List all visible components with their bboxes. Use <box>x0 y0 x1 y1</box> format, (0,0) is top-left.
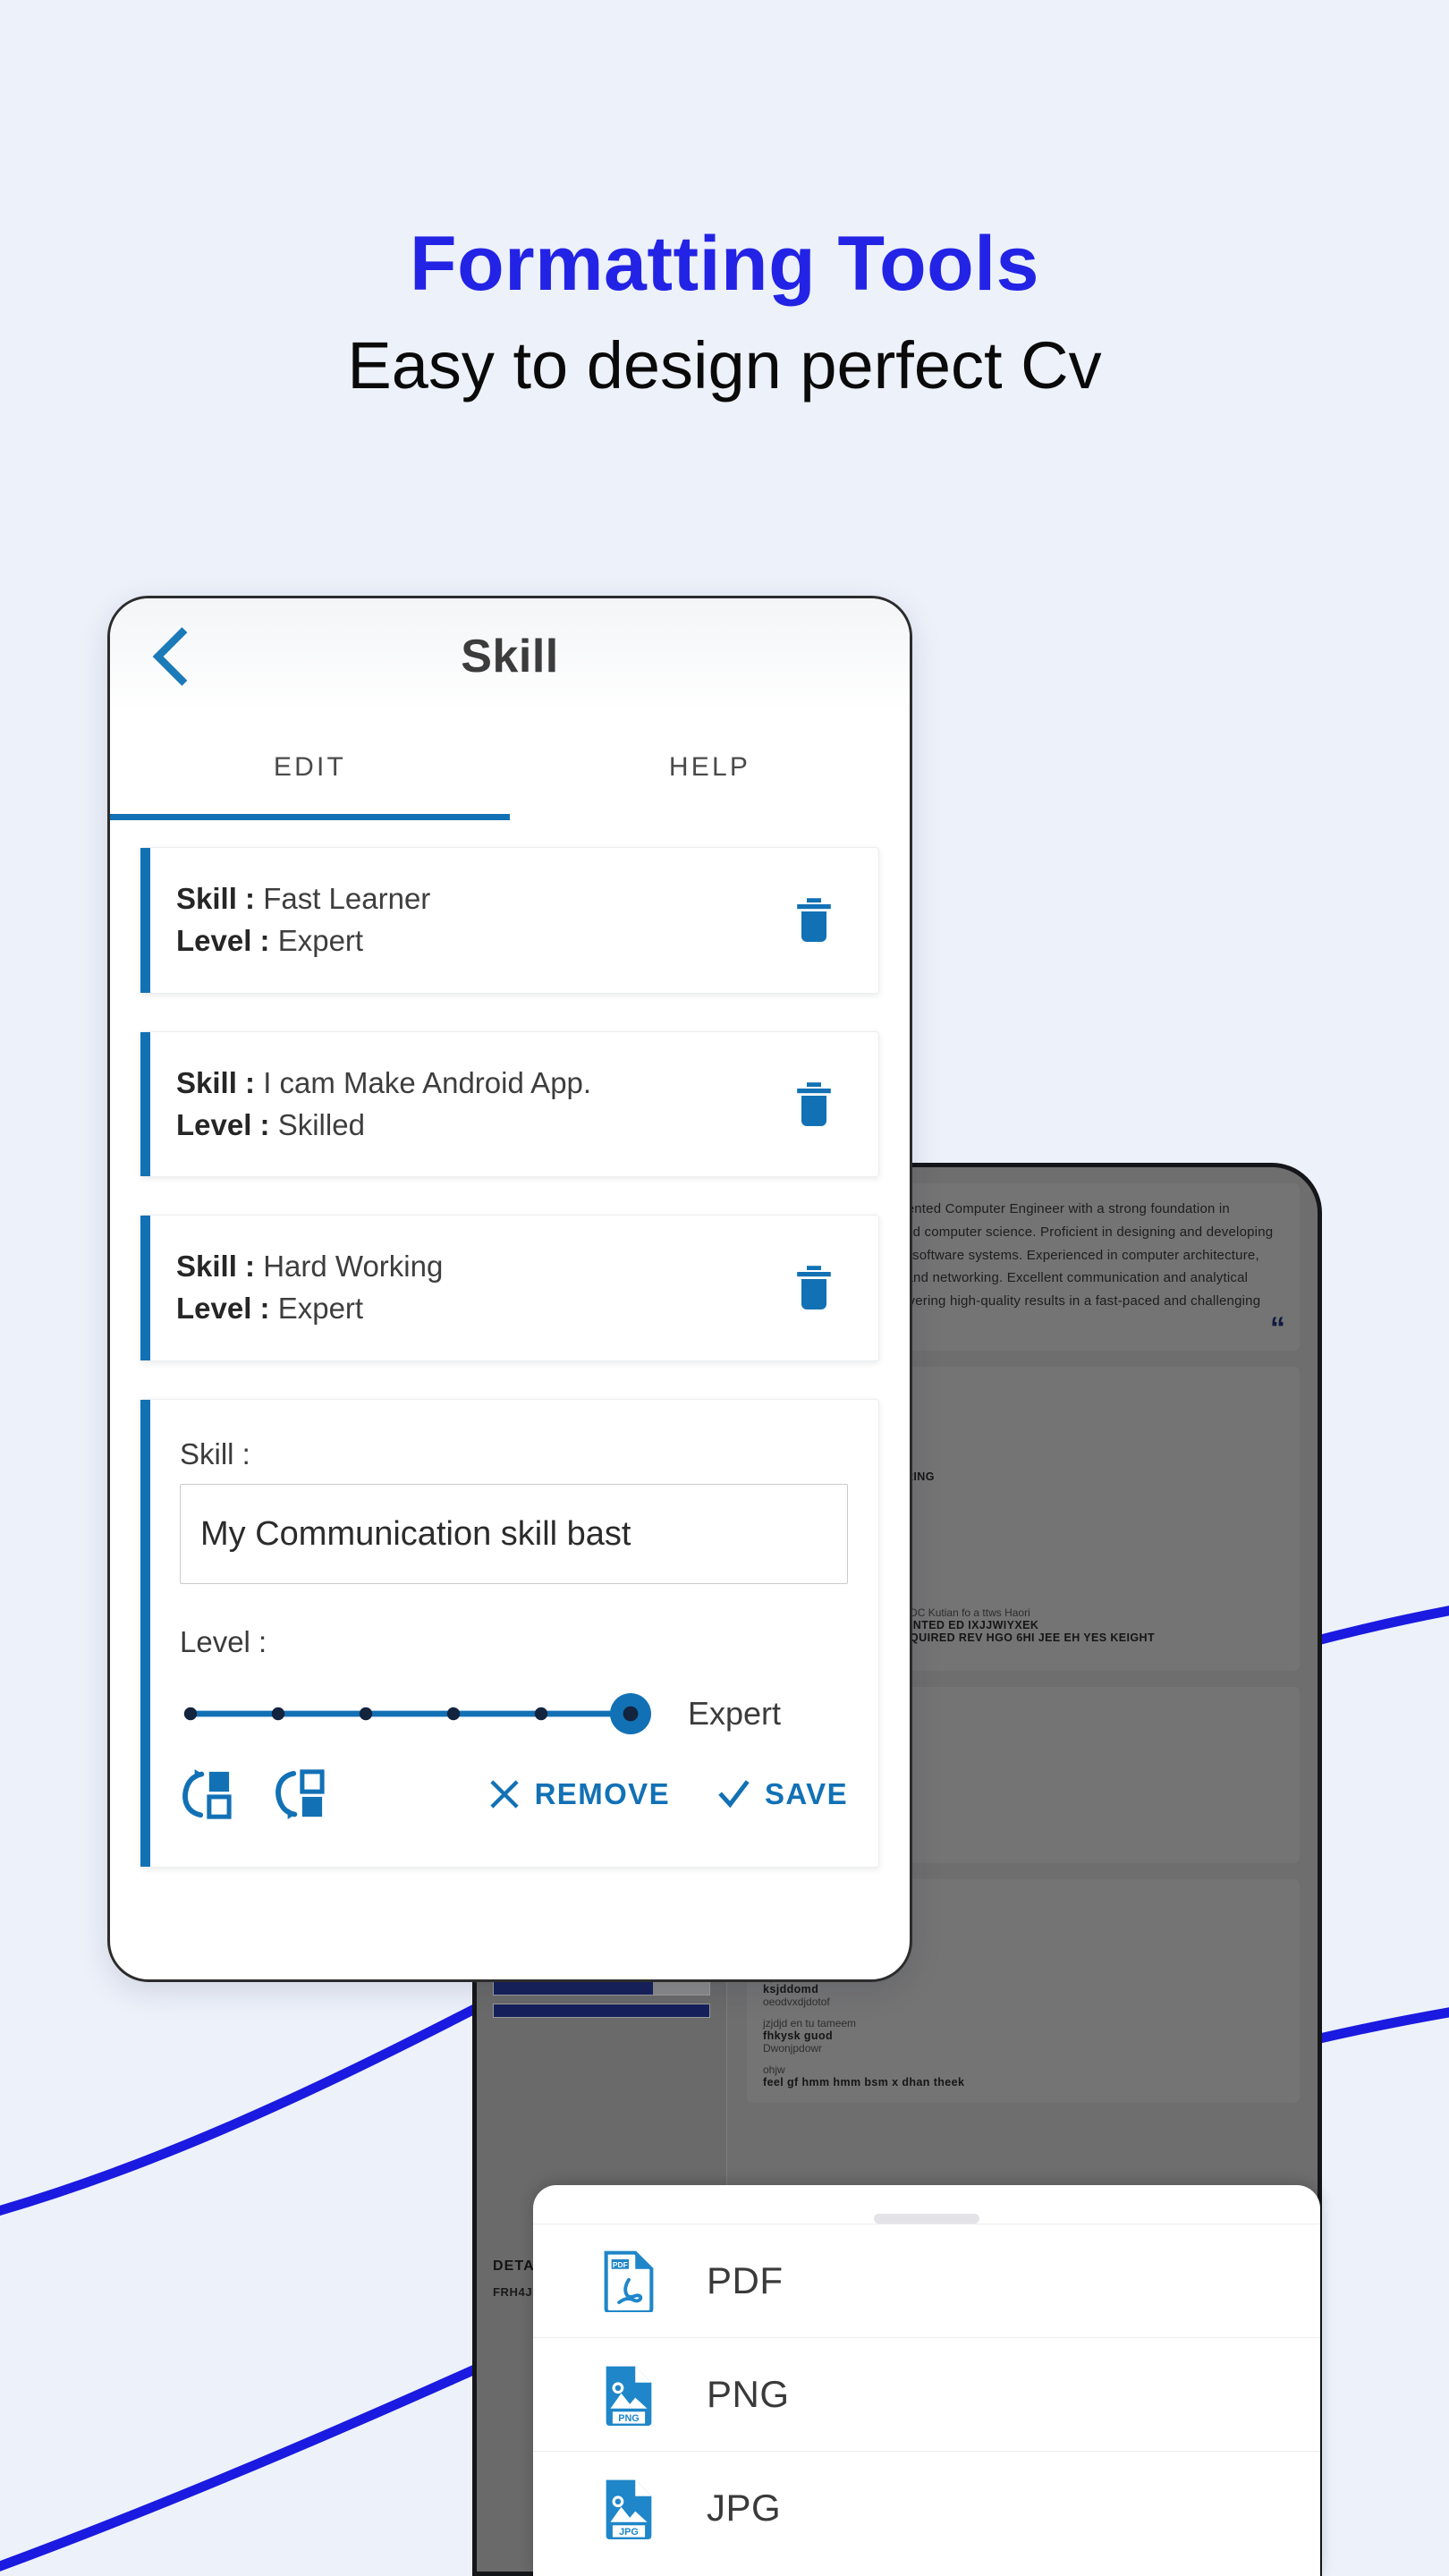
quote-icon: “ <box>1270 1310 1285 1345</box>
trash-icon[interactable] <box>794 1265 834 1311</box>
export-option-label: PDF <box>707 2259 784 2301</box>
level-line: Level : Expert <box>176 920 430 962</box>
level-value: Expert <box>277 1292 364 1326</box>
save-label: SAVE <box>764 1777 848 1811</box>
skill-bar <box>493 2004 710 2018</box>
card-accent-bar <box>140 1216 150 1361</box>
move-up-icon[interactable] <box>180 1768 232 1820</box>
promo-subheadline: Easy to design perfect Cv <box>347 328 1102 403</box>
check-icon <box>718 1780 750 1809</box>
skill-list-item[interactable]: Skill : Hard Working Level : Expert <box>140 1215 879 1362</box>
skill-label: Skill : <box>176 1250 256 1284</box>
skill-edit-form: Skill : Level : Expert <box>140 1399 879 1868</box>
export-option-label: JPG <box>707 2487 782 2529</box>
certification-entry: jzjdjd en tu tameem fhkysk guod Dwonjpdo… <box>763 2017 1284 2055</box>
png-file-icon: PNG <box>606 2366 652 2426</box>
skill-line: Skill : Fast Learner <box>176 878 430 920</box>
entry-date: jzjdjd en tu tameem <box>763 2016 857 2029</box>
svg-text:PDF: PDF <box>613 2260 628 2269</box>
tab-help[interactable]: HELP <box>510 715 910 820</box>
svg-text:JPG: JPG <box>619 2527 639 2538</box>
entry-title: ksjddomd <box>763 1982 819 1996</box>
trash-icon[interactable] <box>794 1081 834 1128</box>
edit-tab-content: Skill : Fast Learner Level : Expert Skil… <box>110 820 910 1868</box>
export-option-jpg[interactable]: JPG JPG <box>533 2451 1320 2564</box>
page-title: Skill <box>461 631 559 682</box>
close-x-icon <box>489 1780 519 1809</box>
export-option-label: PNG <box>707 2373 790 2415</box>
level-value: Expert <box>277 923 364 957</box>
level-slider-row: Expert <box>180 1690 848 1738</box>
svg-text:PNG: PNG <box>618 2413 640 2424</box>
trash-icon[interactable] <box>794 897 834 944</box>
skill-card-text: Skill : I cam Make Android App. Level : … <box>176 1063 591 1147</box>
level-line: Level : Skilled <box>176 1105 591 1147</box>
skill-value: Hard Working <box>263 1250 444 1284</box>
form-action-row: REMOVE SAVE <box>180 1768 848 1836</box>
skill-list-item[interactable]: Skill : Fast Learner Level : Expert <box>140 847 879 994</box>
skill-field-label: Skill : <box>180 1437 250 1471</box>
skill-line: Skill : Hard Working <box>176 1246 443 1288</box>
skill-editor-phone: Skill EDIT HELP Skill : Fast Learner Lev… <box>107 596 912 1982</box>
jpg-file-icon: JPG <box>606 2479 652 2539</box>
level-label: Level : <box>176 923 270 957</box>
level-value-text: Expert <box>688 1695 782 1733</box>
remove-label: REMOVE <box>534 1777 670 1811</box>
card-accent-bar <box>140 1400 150 1868</box>
level-label: Level : <box>176 1107 270 1141</box>
level-line: Level : Expert <box>176 1288 443 1330</box>
move-down-icon[interactable] <box>273 1768 325 1820</box>
drag-handle[interactable] <box>874 2214 979 2224</box>
export-option-png[interactable]: PNG PNG <box>533 2337 1320 2451</box>
level-field-label: Level : <box>180 1625 267 1659</box>
level-label: Level : <box>176 1292 270 1326</box>
entry-sub: oeodvxdjdotof <box>763 1995 830 2008</box>
card-accent-bar <box>140 1031 150 1177</box>
promo-headline: Formatting Tools <box>410 221 1039 307</box>
skill-bar <box>493 1981 710 1996</box>
tab-edit[interactable]: EDIT <box>110 715 510 820</box>
tab-bar: EDIT HELP <box>110 715 910 820</box>
promo-text-block: Formatting Tools Easy to design perfect … <box>0 224 1449 402</box>
export-format-bottom-sheet: PDF PDF PNG PNG JPG JPG <box>533 2185 1320 2576</box>
pdf-file-icon: PDF <box>604 2250 654 2312</box>
entry-title: fhkysk guod <box>763 2029 834 2042</box>
remove-button[interactable]: REMOVE <box>488 1777 670 1811</box>
skill-card-text: Skill : Hard Working Level : Expert <box>176 1246 443 1330</box>
entry-date: ohjw <box>763 2063 785 2076</box>
level-slider[interactable] <box>180 1690 652 1738</box>
app-header: Skill <box>110 598 910 715</box>
level-value: Skilled <box>277 1107 365 1141</box>
certification-entry: ohjw feel gf hmm hmm bsm x dhan theek <box>763 2063 1284 2089</box>
skill-value: I cam Make Android App. <box>263 1065 592 1099</box>
entry-sub: Dwonjpdowr <box>763 2041 823 2055</box>
skill-label: Skill : <box>176 882 256 915</box>
skill-line: Skill : I cam Make Android App. <box>176 1063 591 1105</box>
skill-list-item[interactable]: Skill : I cam Make Android App. Level : … <box>140 1030 879 1178</box>
skill-value: Fast Learner <box>263 882 431 915</box>
skill-input[interactable] <box>180 1484 848 1585</box>
export-option-pdf[interactable]: PDF PDF <box>533 2224 1320 2337</box>
promo-screenshot: Formatting Tools Easy to design perfect … <box>0 0 1449 2576</box>
save-button[interactable]: SAVE <box>716 1777 848 1811</box>
skill-card-text: Skill : Fast Learner Level : Expert <box>176 878 430 962</box>
entry-title: feel gf hmm hmm bsm x dhan theek <box>763 2075 965 2089</box>
card-accent-bar <box>140 848 150 993</box>
skill-label: Skill : <box>176 1065 256 1099</box>
